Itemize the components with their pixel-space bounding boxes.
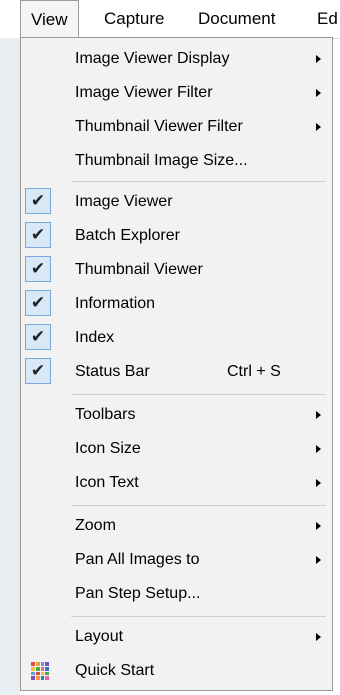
menu-item-image-viewer-display[interactable]: Image Viewer Display xyxy=(21,42,332,76)
window-backdrop xyxy=(0,38,20,695)
menu-item-label: Pan All Images to xyxy=(75,551,200,568)
menu-item-label: Toolbars xyxy=(75,406,136,423)
check-icon: ✔ xyxy=(25,188,51,214)
menu-item-label: Layout xyxy=(75,628,124,645)
quick-start-icon xyxy=(31,662,49,680)
submenu-arrow-icon xyxy=(316,89,321,97)
menu-item-index[interactable]: ✔ Index xyxy=(21,321,332,355)
menu-separator xyxy=(71,616,326,617)
menu-item-pan-step-setup[interactable]: Pan Step Setup... xyxy=(21,577,332,611)
menu-item-label: Batch Explorer xyxy=(75,227,180,244)
menu-item-status-bar[interactable]: ✔ Status Bar Ctrl + S xyxy=(21,355,332,389)
menu-item-icon-size[interactable]: Icon Size xyxy=(21,432,332,466)
menu-item-icon-text[interactable]: Icon Text xyxy=(21,466,332,500)
check-icon: ✔ xyxy=(25,290,51,316)
menu-item-label: Icon Size xyxy=(75,440,141,457)
menu-item-label: Pan Step Setup... xyxy=(75,585,201,602)
menu-item-label: Image Viewer Display xyxy=(75,50,230,67)
menu-view[interactable]: View xyxy=(20,0,79,38)
menu-item-zoom[interactable]: Zoom xyxy=(21,509,332,543)
submenu-arrow-icon xyxy=(316,556,321,564)
menu-separator xyxy=(71,394,326,395)
submenu-arrow-icon xyxy=(316,123,321,131)
menu-item-thumbnail-image-size[interactable]: Thumbnail Image Size... xyxy=(21,144,332,178)
menu-item-image-viewer-filter[interactable]: Image Viewer Filter xyxy=(21,76,332,110)
menu-item-information[interactable]: ✔ Information xyxy=(21,287,332,321)
menu-item-label: Image Viewer Filter xyxy=(75,84,213,101)
menu-item-pan-all-images-to[interactable]: Pan All Images to xyxy=(21,543,332,577)
submenu-arrow-icon xyxy=(316,445,321,453)
submenu-arrow-icon xyxy=(316,479,321,487)
menu-capture[interactable]: Capture xyxy=(104,0,164,38)
menu-item-label: Index xyxy=(75,329,115,346)
menu-item-label: Thumbnail Image Size... xyxy=(75,152,248,169)
shortcut-label: Ctrl + S xyxy=(227,363,281,380)
menu-item-label: Icon Text xyxy=(75,474,139,491)
menu-item-batch-explorer[interactable]: ✔ Batch Explorer xyxy=(21,219,332,253)
menu-separator xyxy=(71,181,326,182)
check-icon: ✔ xyxy=(25,358,51,384)
menu-document[interactable]: Document xyxy=(198,0,275,38)
menu-item-label: Image Viewer xyxy=(75,193,173,210)
menu-item-layout[interactable]: Layout xyxy=(21,620,332,654)
menu-separator xyxy=(71,505,326,506)
menu-item-label: Quick Start xyxy=(75,662,155,679)
submenu-arrow-icon xyxy=(316,633,321,641)
submenu-arrow-icon xyxy=(316,55,321,63)
check-icon: ✔ xyxy=(25,222,51,248)
menu-item-toolbars[interactable]: Toolbars xyxy=(21,398,332,432)
menu-item-image-viewer[interactable]: ✔ Image Viewer xyxy=(21,185,332,219)
view-dropdown-menu: Image Viewer Display Image Viewer Filter… xyxy=(20,37,333,691)
submenu-arrow-icon xyxy=(316,411,321,419)
menu-item-label: Zoom xyxy=(75,517,116,534)
check-icon: ✔ xyxy=(25,256,51,282)
menu-bar: View Capture Document Ed xyxy=(0,0,340,39)
menu-item-label: Information xyxy=(75,295,156,312)
menu-item-thumbnail-viewer[interactable]: ✔ Thumbnail Viewer xyxy=(21,253,332,287)
submenu-arrow-icon xyxy=(316,522,321,530)
menu-item-label: Thumbnail Viewer xyxy=(75,261,203,278)
menu-item-label: Status Bar xyxy=(75,363,150,380)
menu-item-label: Thumbnail Viewer Filter xyxy=(75,118,243,135)
menu-edit[interactable]: Ed xyxy=(317,0,338,38)
menu-item-quick-start[interactable]: Quick Start xyxy=(21,654,332,688)
check-icon: ✔ xyxy=(25,324,51,350)
menu-item-thumbnail-viewer-filter[interactable]: Thumbnail Viewer Filter xyxy=(21,110,332,144)
